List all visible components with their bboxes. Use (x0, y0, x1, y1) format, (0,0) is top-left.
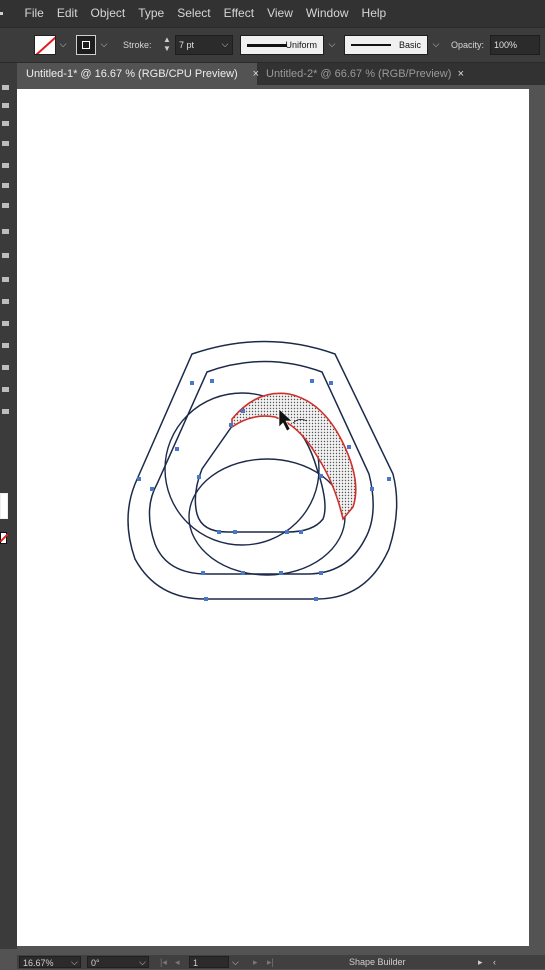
control-bar: ⌵ ⌵ Stroke: ▲ ▼ 7 pt ⌵ Uniform ⌵ Basic ⌵ … (0, 27, 545, 63)
stroke-weight-stepper-icon[interactable]: ▲ ▼ (160, 35, 174, 55)
rectangle-tool[interactable] (2, 203, 9, 208)
artboard[interactable] (17, 89, 529, 946)
status-bar: 16.67% ⌵ 0° ⌵ |◂ ◂ 1 ⌵ ▸ ▸| Shape Builde… (17, 955, 545, 969)
menu-effect[interactable]: Effect (217, 0, 260, 27)
tab-untitled-1[interactable]: Untitled-1* @ 16.67 % (RGB/CPU Preview) … (17, 63, 259, 85)
document-tabs: Untitled-1* @ 16.67 % (RGB/CPU Preview) … (17, 63, 545, 85)
menu-object[interactable]: Object (84, 0, 132, 27)
stroke-swatch[interactable] (76, 35, 96, 55)
opacity-field[interactable]: 100% (490, 35, 540, 55)
shaper-tool[interactable] (2, 253, 9, 258)
artboard-chevron-icon[interactable]: ⌵ (232, 955, 239, 969)
previous-artboard-icon[interactable]: ◂ (175, 955, 180, 969)
fill-color-swatch[interactable] (0, 493, 8, 519)
tools-panel (0, 63, 17, 949)
line-tool[interactable] (2, 183, 9, 188)
menu-edit[interactable]: Edit (50, 0, 84, 27)
last-artboard-icon[interactable]: ▸| (267, 955, 274, 969)
shape-builder-tool[interactable] (2, 365, 9, 370)
fill-swatch[interactable] (34, 35, 56, 55)
paintbrush-tool[interactable] (2, 229, 9, 234)
status-menu-arrow-icon[interactable]: ▸ (478, 955, 483, 969)
rotation-chevron-icon[interactable]: ⌵ (139, 955, 146, 969)
stroke-dropdown-chevron-icon[interactable]: ⌵ (99, 38, 109, 50)
zoom-chevron-icon[interactable]: ⌵ (71, 955, 78, 969)
opacity-value: 100% (494, 40, 518, 50)
pen-tool[interactable] (2, 141, 9, 146)
stroke-label[interactable]: Stroke: (123, 40, 152, 50)
scroll-left-icon[interactable]: ‹ (493, 955, 496, 969)
artboard-number-value: 1 (193, 958, 199, 968)
menu-help[interactable]: Help (355, 0, 393, 27)
artwork[interactable] (17, 89, 529, 946)
close-icon[interactable]: × (458, 63, 464, 85)
app-icon (0, 0, 18, 27)
fill-dropdown-chevron-icon[interactable]: ⌵ (58, 38, 68, 50)
tab-label: Untitled-2* @ 66.67 % (RGB/Preview) (266, 68, 452, 80)
variable-width-profile-dropdown[interactable]: Uniform (240, 35, 324, 55)
current-tool-label: Shape Builder (349, 957, 406, 967)
brush-line-preview (351, 44, 391, 46)
stroke-weight-chevron-icon[interactable]: ⌵ (220, 38, 230, 50)
rotation-value: 0° (91, 958, 100, 968)
menu-select[interactable]: Select (171, 0, 217, 27)
brush-value: Basic (398, 40, 421, 50)
magic-wand-tool[interactable] (2, 121, 9, 126)
outer-rounded-triangle-path[interactable] (127, 340, 398, 600)
next-artboard-icon[interactable]: ▸ (253, 955, 258, 969)
menu-file[interactable]: File (18, 0, 50, 27)
scale-tool[interactable] (2, 321, 9, 326)
variable-width-profile-value: Uniform (285, 40, 317, 50)
zoom-value: 16.67% (23, 958, 54, 968)
gradient-tool[interactable] (2, 387, 9, 392)
profile-chevron-icon[interactable]: ⌵ (327, 38, 337, 50)
tab-untitled-2[interactable]: Untitled-2* @ 66.67 % (RGB/Preview) × (257, 63, 472, 85)
opacity-label[interactable]: Opacity: (451, 40, 484, 50)
tab-label: Untitled-1* @ 16.67 % (RGB/CPU Preview) (26, 68, 238, 80)
first-artboard-icon[interactable]: |◂ (160, 955, 167, 969)
eyedropper-tool[interactable] (2, 409, 9, 414)
brush-definition-dropdown[interactable]: Basic (344, 35, 428, 55)
direct-selection-tool[interactable] (2, 103, 9, 108)
artboard-number-field[interactable]: 1 (189, 956, 229, 968)
menu-bar: File Edit Object Type Select Effect View… (0, 0, 545, 27)
stroke-weight-value: 7 pt (179, 40, 195, 50)
shape-builder-highlight-region[interactable] (231, 392, 357, 521)
menu-window[interactable]: Window (299, 0, 355, 27)
menu-type[interactable]: Type (132, 0, 171, 27)
rotate-tool[interactable] (2, 299, 9, 304)
menu-view[interactable]: View (261, 0, 300, 27)
none-color-swatch[interactable] (0, 532, 7, 544)
eraser-tool[interactable] (2, 277, 9, 282)
selection-tool[interactable] (2, 85, 9, 90)
type-tool[interactable] (2, 163, 9, 168)
brush-chevron-icon[interactable]: ⌵ (431, 38, 441, 50)
profile-line-preview (247, 44, 287, 47)
width-tool[interactable] (2, 343, 9, 348)
